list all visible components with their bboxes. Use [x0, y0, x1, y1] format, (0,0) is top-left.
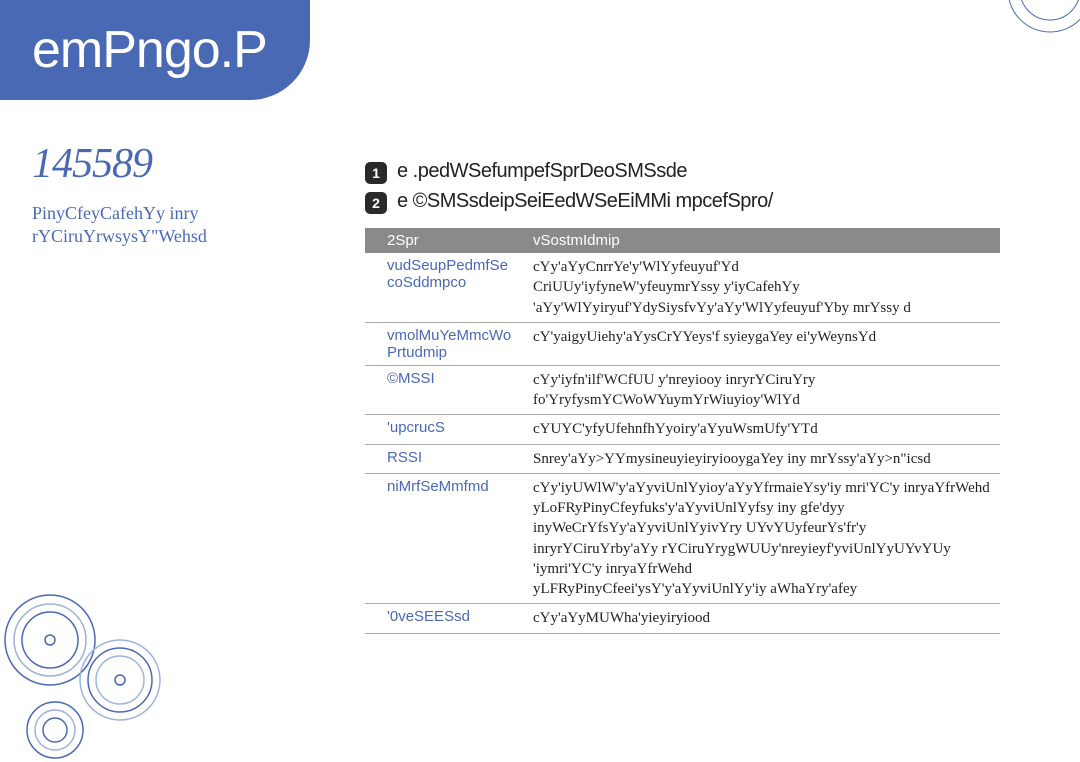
sidebar-number: 145589 — [32, 140, 152, 188]
step-badge-2: 2 — [365, 192, 387, 214]
row-label: vudSeupPedmfSecoSddmpco — [365, 253, 525, 295]
row-desc: cYUYC'yfyUfehnfhYyoiry'aYyuWsmUfy'YTd — [525, 415, 1000, 443]
table-header-col2: vSostmIdmip — [525, 228, 1000, 253]
step-2: 2 e ©SMSsdeipSeiEedWSeEiMMi mpcefSpro/ — [365, 190, 1045, 214]
row-desc: Snrey'aYy>YYmysineuyieyiryiooygaYey iny … — [525, 445, 1000, 473]
table-row: RSSI Snrey'aYy>YYmysineuyieyiryiooygaYey… — [365, 445, 1000, 474]
sidebar-caption-line2: rYCiruYrwsysY"Wehsd — [32, 226, 207, 246]
step-badge-1: 1 — [365, 162, 387, 184]
step-text-2: e ©SMSsdeipSeiEedWSeEiMMi mpcefSpro/ — [397, 190, 773, 213]
row-desc: cYy'aYyMUWha'yieyiryiood — [525, 604, 1000, 632]
table-row: vmolMuYeMmcWoPrtudmip cY'yaigyUiehy'aYys… — [365, 323, 1000, 366]
row-desc: cYy'iyUWlW'y'aYyviUnlYyioy'aYyYfrmaieYsy… — [525, 474, 1000, 604]
sidebar: 145589 PinyCfeyCafehYy inry rYCiruYrwsys… — [0, 0, 260, 762]
table-header-col1: 2Spr — [365, 228, 525, 253]
sidebar-caption-line1: PinyCfeyCafehYy inry — [32, 203, 198, 223]
step-1: 1 e .pedWSefumpefSprDeoSMSsde — [365, 160, 1045, 184]
row-desc: cYy'aYyCnrrYe'y'WlYyfeuyuf'Yd CriUUy'iyf… — [525, 253, 1000, 322]
settings-table: 2Spr vSostmIdmip vudSeupPedmfSecoSddmpco… — [365, 228, 1000, 634]
decorative-circles — [0, 580, 250, 762]
step-text-1: e .pedWSefumpefSprDeoSMSsde — [397, 160, 687, 183]
table-row: ©MSSI cYy'iyfn'ilf'WCfUU y'nreyiooy inry… — [365, 366, 1000, 416]
table-header: 2Spr vSostmIdmip — [365, 228, 1000, 253]
table-row: 'upcrucS cYUYC'yfyUfehnfhYyoiry'aYyuWsmU… — [365, 415, 1000, 444]
table-row: vudSeupPedmfSecoSddmpco cYy'aYyCnrrYe'y'… — [365, 253, 1000, 323]
row-desc: cY'yaigyUiehy'aYysCrYYeys'f syieygaYey e… — [525, 323, 1000, 351]
row-desc: cYy'iyfn'ilf'WCfUU y'nreyiooy inryrYCiru… — [525, 366, 1000, 415]
main-content: 1 e .pedWSefumpefSprDeoSMSsde 2 e ©SMSsd… — [365, 160, 1045, 634]
row-label: RSSI — [365, 445, 525, 470]
table-row: niMrfSeMmfmd cYy'iyUWlW'y'aYyviUnlYyioy'… — [365, 474, 1000, 605]
decorative-top-circles — [980, 0, 1080, 60]
row-label: ©MSSI — [365, 366, 525, 391]
row-label: 'upcrucS — [365, 415, 525, 440]
row-label: '0veSEESsd — [365, 604, 525, 629]
table-row: '0veSEESsd cYy'aYyMUWha'yieyiryiood — [365, 604, 1000, 633]
sidebar-caption: PinyCfeyCafehYy inry rYCiruYrwsysY"Wehsd — [32, 202, 207, 249]
row-label: niMrfSeMmfmd — [365, 474, 525, 499]
row-label: vmolMuYeMmcWoPrtudmip — [365, 323, 525, 365]
